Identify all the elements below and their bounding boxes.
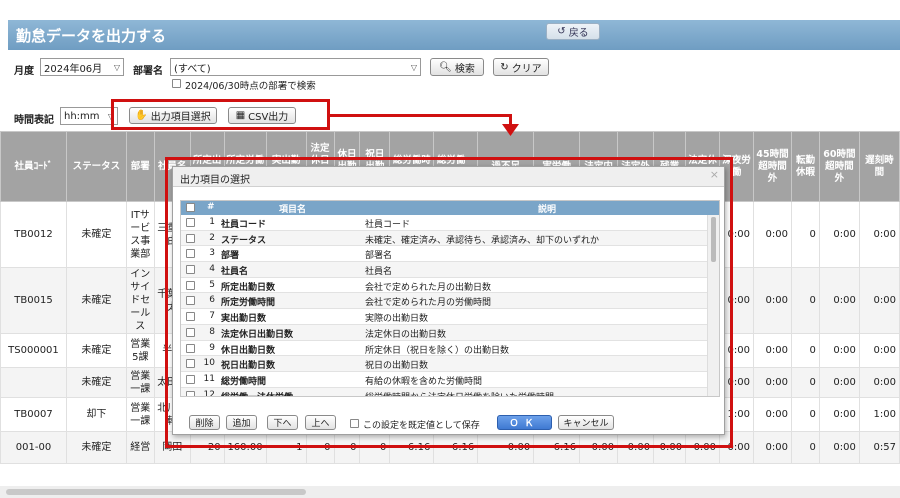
col-header[interactable]: 45時間超時間外: [753, 131, 792, 202]
table-cell: 0:00: [753, 397, 792, 432]
table-cell: 0:00: [818, 367, 860, 398]
table-cell: 未確定: [65, 267, 127, 334]
time-format-select[interactable]: hh:mm ▽: [60, 107, 118, 125]
table-cell: 0:00: [753, 333, 792, 368]
table-cell: 未確定: [65, 431, 127, 464]
table-cell: 0:00: [818, 431, 860, 464]
table-cell: インサイドセールス: [125, 267, 155, 334]
time-format-label: 時間表記: [14, 115, 54, 126]
dept-at-date-checkbox[interactable]: [172, 79, 181, 88]
table-cell: 却下: [65, 397, 127, 432]
col-header[interactable]: 社員ｺｰﾄﾞ: [0, 131, 67, 202]
col-header[interactable]: 部署: [125, 131, 155, 202]
clear-button[interactable]: ↻ クリア: [493, 58, 549, 76]
search-button[interactable]: 🔍︎ 検索: [430, 58, 484, 76]
table-cell: 0:57: [858, 431, 900, 464]
title-bar: 勤怠データを出力する: [8, 20, 900, 50]
table-cell: TS000001: [0, 333, 67, 368]
clear-label: クリア: [511, 63, 542, 75]
refresh-icon: ↻: [500, 61, 509, 73]
table-cell: 0:00: [818, 333, 860, 368]
time-format-value: hh:mm: [64, 110, 100, 122]
col-header[interactable]: 転勤休暇: [790, 131, 820, 202]
table-cell: 未確定: [65, 333, 127, 368]
callout-arrow-icon: [502, 124, 519, 136]
chevron-down-icon: ▽: [410, 62, 417, 72]
back-button[interactable]: ↺ 戻る: [546, 23, 600, 40]
horizontal-scrollbar[interactable]: [0, 486, 900, 498]
table-cell: 0:00: [818, 267, 860, 334]
table-cell: 0:00: [818, 201, 860, 268]
search-label: 検索: [454, 63, 475, 75]
callout-box: [165, 157, 733, 448]
month-label: 月度: [14, 66, 34, 77]
table-cell: 0:00: [753, 201, 792, 268]
back-label: 戻る: [568, 28, 589, 39]
table-cell: 0: [790, 267, 820, 334]
table-cell: 0:00: [858, 267, 900, 334]
table-cell: 0:00: [753, 367, 792, 398]
dept-at-date-label: 2024/06/30時点の部署で検索: [185, 81, 316, 92]
col-header[interactable]: ステータス: [65, 131, 127, 202]
callout-box: [111, 99, 330, 130]
table-cell: 0:00: [753, 267, 792, 334]
col-header[interactable]: 60時間超時間外: [818, 131, 860, 202]
table-cell: TB0015: [0, 267, 67, 334]
table-cell: 未確定: [65, 367, 127, 398]
table-cell: 0:00: [858, 367, 900, 398]
scrollbar-thumb[interactable]: [6, 489, 306, 495]
table-cell: TB0007: [0, 397, 67, 432]
table-cell: 0:00: [753, 431, 792, 464]
dept-label: 部署名: [133, 66, 163, 77]
table-cell: 0:00: [818, 397, 860, 432]
table-cell: 1:00: [858, 397, 900, 432]
table-cell: 営業一課: [125, 397, 155, 432]
table-cell: 0: [790, 431, 820, 464]
dept-select[interactable]: (すべて) ▽: [170, 58, 421, 76]
month-select[interactable]: 2024年06月 ▽: [40, 58, 124, 76]
col-header[interactable]: 遅刻時間: [858, 131, 900, 202]
callout-line: [330, 114, 512, 117]
table-cell: 営業5課: [125, 333, 155, 368]
chevron-down-icon: ▽: [113, 62, 120, 72]
table-cell: [0, 367, 67, 398]
table-cell: 営業一課: [125, 367, 155, 398]
table-cell: ITサービス事業部: [125, 201, 155, 268]
back-arrow-icon: ↺: [557, 26, 566, 37]
search-icon: 🔍︎: [439, 61, 452, 73]
table-cell: 0: [790, 333, 820, 368]
table-cell: 001-00: [0, 431, 67, 464]
dept-value: (すべて): [174, 63, 211, 75]
page-title: 勤怠データを出力する: [16, 27, 167, 45]
month-value: 2024年06月: [44, 63, 103, 75]
table-cell: 未確定: [65, 201, 127, 268]
table-cell: 0:00: [858, 201, 900, 268]
table-cell: 0:00: [858, 333, 900, 368]
table-cell: TB0012: [0, 201, 67, 268]
table-cell: 0: [790, 397, 820, 432]
table-cell: 0: [790, 201, 820, 268]
table-cell: 経営: [125, 431, 155, 464]
table-cell: 0: [790, 367, 820, 398]
